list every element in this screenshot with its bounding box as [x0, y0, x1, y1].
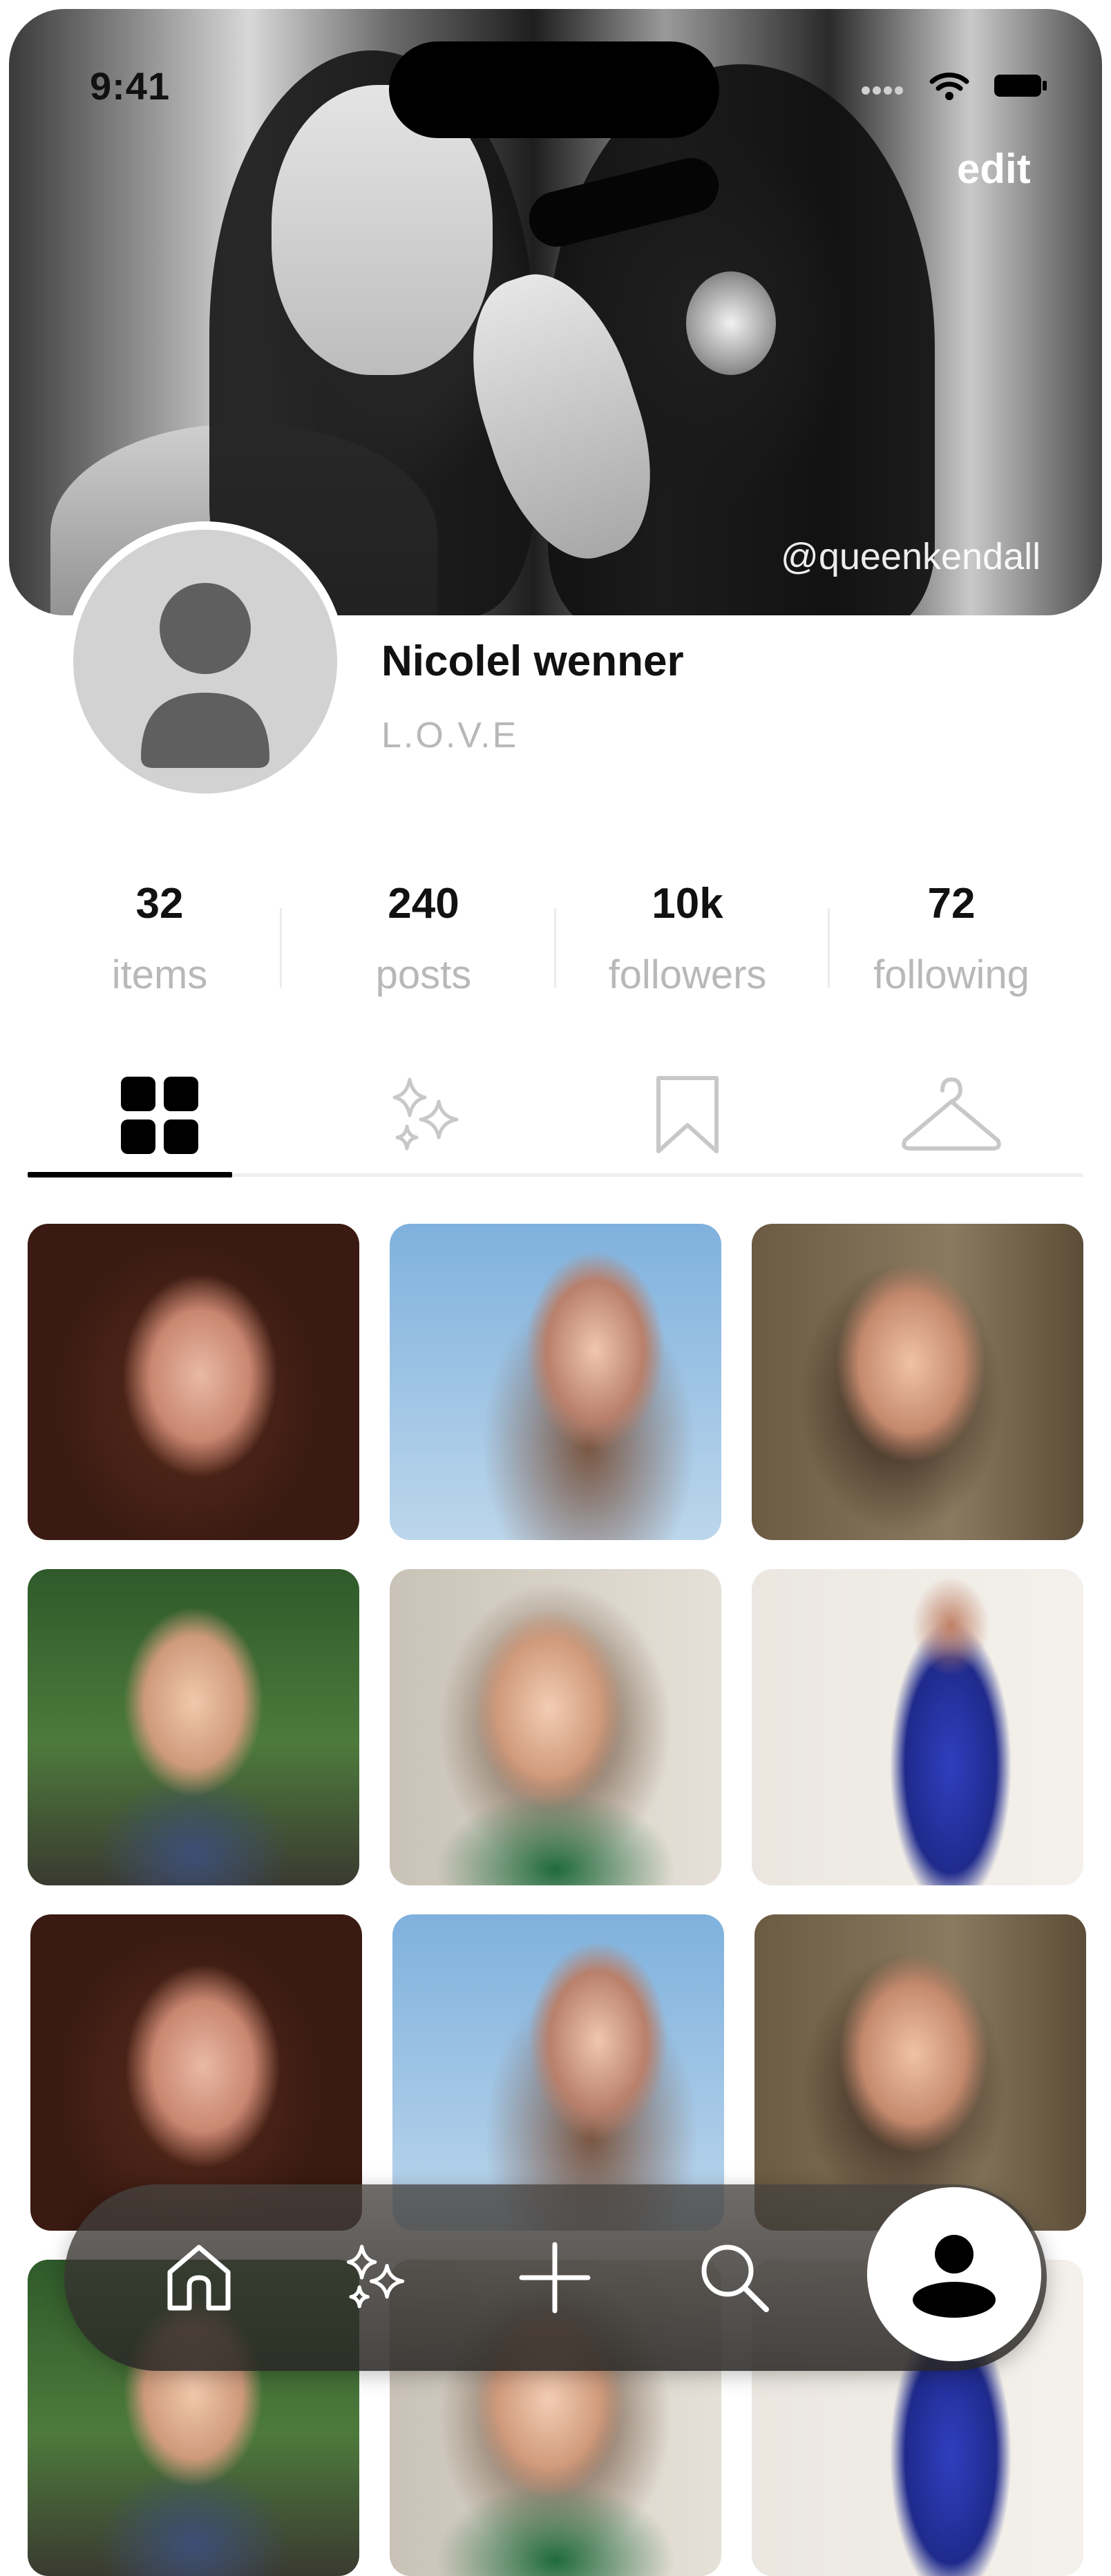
stat-value: 10k	[652, 880, 723, 927]
grid-item[interactable]	[390, 1224, 721, 1540]
active-tab-indicator	[28, 1172, 232, 1178]
stat-label: following	[873, 952, 1029, 997]
stat-divider	[554, 908, 556, 988]
person-placeholder-icon	[141, 583, 269, 768]
profile-stats: 32 items 240 posts 10k followers 72 foll…	[28, 874, 1083, 1012]
tab-wardrobe[interactable]	[819, 1067, 1083, 1181]
avatar[interactable]	[65, 521, 345, 802]
grid-item[interactable]	[28, 1224, 359, 1540]
stat-label: followers	[608, 952, 767, 997]
profile-bio: L.O.V.E	[381, 715, 519, 756]
edit-cover-button[interactable]: edit	[957, 145, 1031, 193]
grid-item[interactable]	[392, 1914, 724, 2231]
stat-label: posts	[375, 952, 472, 997]
bookmark-icon	[656, 1076, 719, 1153]
status-time: 9:41	[90, 64, 171, 108]
sparkles-icon	[347, 2245, 405, 2309]
search-icon	[701, 2245, 769, 2312]
stat-followers[interactable]: 10k followers	[556, 874, 819, 1012]
sparkles-icon	[392, 1077, 459, 1151]
nav-search-button[interactable]	[696, 2240, 772, 2316]
battery-icon	[994, 75, 1047, 97]
profile-icon	[913, 2235, 996, 2318]
dynamic-island	[389, 41, 719, 138]
nav-create-button[interactable]	[517, 2240, 593, 2316]
stat-divider	[280, 908, 282, 988]
grid-item[interactable]	[390, 1569, 721, 1885]
grid-item[interactable]	[754, 1914, 1086, 2231]
nav-home-button[interactable]	[161, 2240, 237, 2316]
tab-sparkles[interactable]	[292, 1067, 556, 1181]
tab-grid[interactable]	[28, 1067, 292, 1181]
stat-items[interactable]: 32 items	[28, 874, 292, 1012]
hanger-icon	[902, 1077, 1001, 1151]
tab-saved[interactable]	[556, 1067, 819, 1181]
grid-item[interactable]	[752, 1224, 1083, 1540]
stat-following[interactable]: 72 following	[819, 874, 1083, 1012]
home-icon	[167, 2245, 231, 2311]
stat-value: 240	[388, 880, 459, 927]
grid-item[interactable]	[28, 1569, 359, 1885]
cover-photo-credit: @queenkendall	[781, 536, 1041, 577]
wifi-icon	[929, 73, 969, 100]
nav-profile-button[interactable]	[867, 2187, 1041, 2361]
nav-discover-button[interactable]	[336, 2240, 412, 2316]
cellular-icon	[862, 86, 903, 95]
profile-tabs	[28, 1067, 1083, 1181]
grid-item[interactable]	[752, 1569, 1083, 1885]
stat-value: 32	[135, 880, 184, 927]
status-indicators	[860, 70, 1048, 101]
stat-divider	[828, 908, 830, 988]
stat-value: 72	[927, 880, 976, 927]
grid-item[interactable]	[30, 1914, 362, 2231]
stat-posts[interactable]: 240 posts	[292, 874, 556, 1012]
plus-icon	[519, 2242, 591, 2314]
grid-icon	[121, 1077, 198, 1154]
stat-label: items	[111, 952, 208, 997]
profile-name: Nicolel wenner	[381, 637, 684, 685]
